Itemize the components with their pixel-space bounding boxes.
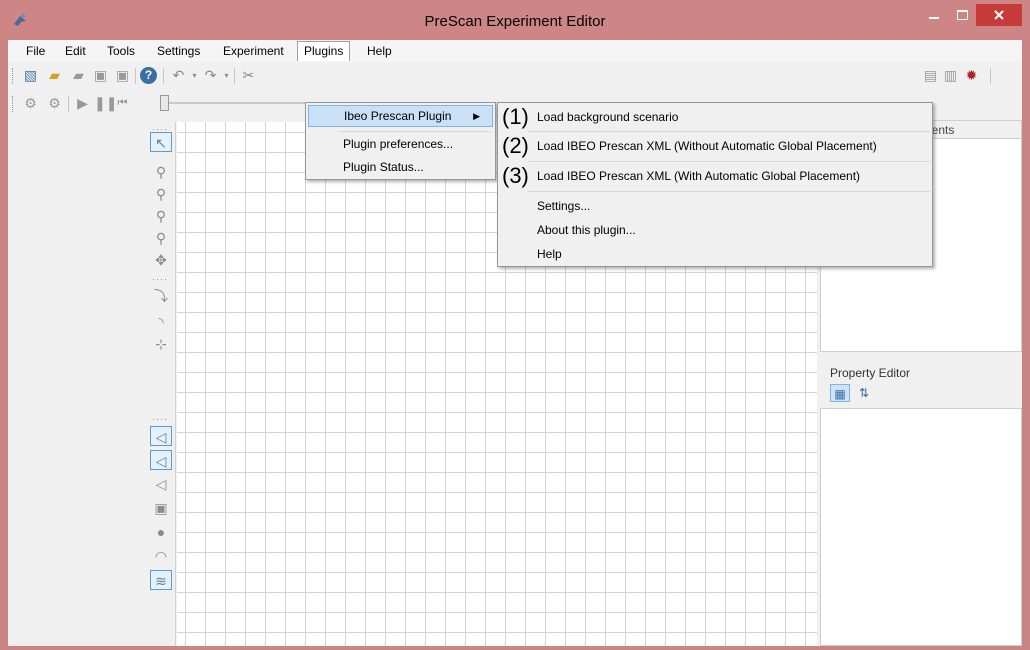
app-window: PreScan Experiment Editor File Edit Tool…: [0, 0, 1030, 650]
alphabetical-sort-icon[interactable]: ⇅: [854, 384, 874, 402]
menu-experiment[interactable]: Experiment: [217, 41, 290, 61]
redo-dropdown-icon[interactable]: ▾: [218, 67, 235, 84]
menu-item-settings[interactable]: Settings...: [500, 194, 930, 218]
undo-dropdown-icon[interactable]: ▾: [186, 67, 203, 84]
menu-item-help[interactable]: Help: [500, 242, 930, 266]
menu-separator: [528, 131, 930, 132]
help-icon[interactable]: ?: [140, 67, 157, 84]
toolbar-separator: [135, 68, 136, 84]
toolbar-grip[interactable]: [12, 68, 15, 84]
menu-item-load-background-scenario[interactable]: Load background scenario: [500, 105, 930, 129]
property-editor-panel: Property Editor ▦ ⇅: [820, 352, 1022, 646]
menu-plugins[interactable]: Plugins: [297, 41, 351, 61]
menu-edit[interactable]: Edit: [59, 41, 92, 61]
menu-item-plugin-status[interactable]: Plugin Status...: [308, 156, 493, 178]
menu-file[interactable]: File: [20, 41, 51, 61]
menu-separator: [338, 131, 491, 132]
export-icon[interactable]: ▤: [922, 67, 939, 84]
menu-item-load-xml-with-placement[interactable]: Load IBEO Prescan XML (With Automatic Gl…: [500, 164, 930, 188]
zoom-out-icon[interactable]: ⚲: [150, 206, 172, 226]
menu-help[interactable]: Help: [361, 41, 398, 61]
categorized-view-icon[interactable]: ▦: [830, 384, 850, 402]
timeline-slider-thumb[interactable]: [160, 95, 169, 111]
client-area: File Edit Tools Settings Experiment Plug…: [8, 40, 1022, 646]
menu-tools[interactable]: Tools: [101, 41, 141, 61]
zoom-fit-icon[interactable]: ⚲: [150, 228, 172, 248]
menu-item-plugin-preferences[interactable]: Plugin preferences...: [308, 133, 493, 155]
menu-separator: [528, 191, 930, 192]
minimize-button[interactable]: [920, 4, 948, 26]
timeline-slider-track[interactable]: [168, 102, 308, 104]
toolbar-separator: [68, 96, 69, 112]
open-folder-icon[interactable]: ▰: [46, 67, 63, 84]
redo-icon[interactable]: ↷: [202, 67, 219, 84]
sensor-wave-icon[interactable]: ≋: [150, 570, 172, 590]
menu-bar: File Edit Tools Settings Experiment Plug…: [8, 40, 1022, 62]
property-grid[interactable]: [820, 408, 1022, 646]
sensor-image-icon[interactable]: ▣: [150, 498, 172, 518]
menu-item-load-xml-without-placement[interactable]: Load IBEO Prescan XML (Without Automatic…: [500, 134, 930, 158]
draw-road-icon[interactable]: ⤵: [150, 286, 172, 306]
menu-item-ibeo-prescan-plugin[interactable]: Ibeo Prescan Plugin ▶: [308, 105, 493, 127]
main-toolbar: ▧ ▰ ▰ ▣ ▣ ? ↶ ▾ ↷ ▾ ✂ ▤ ▥ ✹: [8, 62, 1022, 90]
cut-icon[interactable]: ✂: [240, 67, 257, 84]
maximize-button[interactable]: [948, 4, 976, 26]
menu-item-about-plugin[interactable]: About this plugin...: [500, 218, 930, 242]
open-recent-icon[interactable]: ▰: [70, 67, 87, 84]
toolbar-separator: [234, 68, 235, 84]
property-editor-title: Property Editor: [830, 366, 911, 380]
tool-grip: ····: [152, 414, 168, 424]
sensor-radar-icon[interactable]: ◁: [150, 474, 172, 494]
curved-road-icon[interactable]: ◝: [150, 312, 172, 332]
toolbar-separator: [163, 68, 164, 84]
toolbar-grip[interactable]: [12, 96, 15, 112]
junction-icon[interactable]: ⊹: [150, 334, 172, 354]
tool-grip: ····: [152, 274, 168, 284]
callout-label: (2): [502, 133, 529, 158]
submenu-arrow-icon: ▶: [473, 111, 480, 121]
zoom-icon[interactable]: ⚲: [150, 162, 172, 182]
canvas-tool-strip: ···· ↖ ⚲ ⚲ ⚲ ⚲ ✥ ···· ⤵ ◝ ⊹ ···· ◁ ◁ ◁ ▣…: [146, 122, 176, 646]
ibeo-plugin-submenu: Load background scenario (1) Load IBEO P…: [497, 102, 933, 267]
new-experiment-icon[interactable]: ▧: [22, 67, 39, 84]
sensor-camera-icon[interactable]: ◁: [150, 426, 172, 446]
undo-icon[interactable]: ↶: [170, 67, 187, 84]
rewind-icon[interactable]: ⏮: [114, 95, 131, 112]
callout-label: (3): [502, 163, 529, 188]
toolbar-separator: [990, 68, 991, 84]
window-title: PreScan Experiment Editor: [424, 13, 606, 30]
title-bar[interactable]: PreScan Experiment Editor: [0, 0, 1030, 40]
regenerate-icon[interactable]: ⚙: [46, 95, 63, 112]
select-pointer-icon[interactable]: ↖: [150, 132, 172, 152]
menu-separator: [528, 161, 930, 162]
sensor-dome-icon[interactable]: ◠: [150, 546, 172, 566]
save-icon[interactable]: ▣: [92, 67, 109, 84]
settings-doc-icon[interactable]: ▥: [942, 67, 959, 84]
callout-label: (1): [502, 104, 529, 129]
menu-item-label: Load IBEO Prescan XML (Without Automatic…: [537, 139, 877, 153]
menu-item-label: Load background scenario: [537, 110, 679, 124]
menu-settings[interactable]: Settings: [151, 41, 206, 61]
play-icon[interactable]: ▶: [74, 95, 91, 112]
sensor-lidar-icon[interactable]: ◁: [150, 450, 172, 470]
save-as-icon[interactable]: ▣: [114, 67, 131, 84]
pan-icon[interactable]: ✥: [150, 250, 172, 270]
zoom-in-icon[interactable]: ⚲: [150, 184, 172, 204]
close-button[interactable]: [976, 4, 1022, 26]
debug-bug-icon[interactable]: ✹: [963, 67, 980, 84]
plugins-dropdown-menu: Ibeo Prescan Plugin ▶ Plugin preferences…: [305, 102, 496, 180]
pause-icon[interactable]: ❚❚: [94, 95, 117, 112]
sensor-shape-icon[interactable]: ●: [150, 522, 172, 542]
menu-item-label: Load IBEO Prescan XML (With Automatic Gl…: [537, 169, 861, 183]
menu-item-label: Ibeo Prescan Plugin: [344, 109, 452, 123]
build-icon[interactable]: ⚙: [22, 95, 39, 112]
